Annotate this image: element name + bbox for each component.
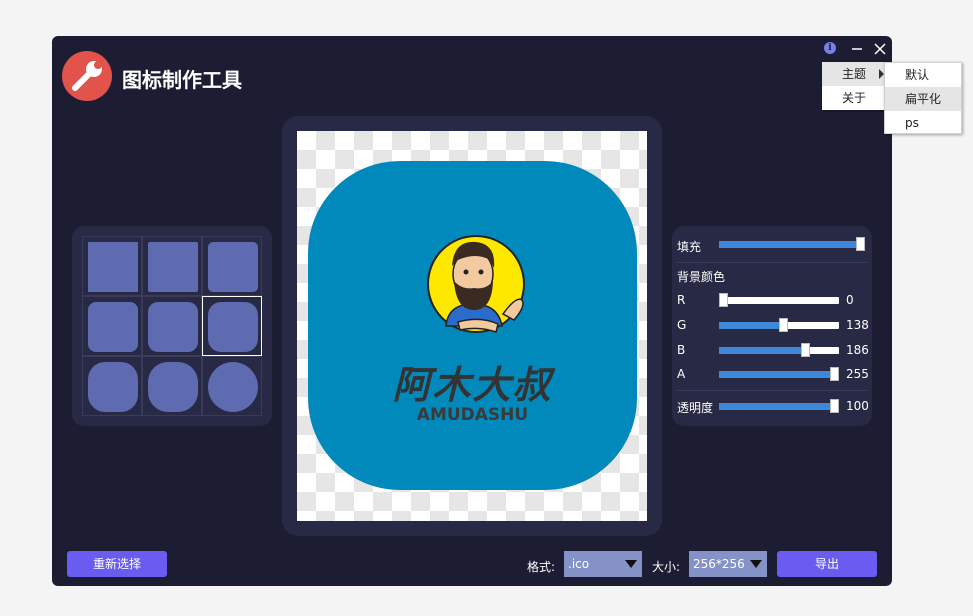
shape-option-rounded[interactable]	[142, 296, 202, 356]
size-select[interactable]: 256*256	[689, 551, 767, 577]
shape-option-rounded[interactable]	[82, 296, 142, 356]
b-label: B	[677, 343, 686, 357]
shape-option-rounded[interactable]	[142, 356, 202, 416]
a-value: 255	[846, 367, 869, 381]
g-label: G	[677, 318, 687, 332]
b-slider[interactable]	[719, 343, 839, 357]
r-value: 0	[846, 293, 854, 307]
reselect-button[interactable]: 重新选择	[67, 551, 167, 577]
app-window: 图标制作工具 i 阿木大叔 AMUDASHU 填充 背景颜色 R 0 G 138…	[52, 36, 892, 586]
size-label: 大小:	[652, 560, 681, 574]
submenu-item-label: ps	[905, 116, 919, 130]
transparent-canvas: 阿木大叔 AMUDASHU	[297, 131, 647, 521]
b-slider-thumb[interactable]	[801, 343, 810, 357]
shape-option-rounded[interactable]	[82, 356, 142, 416]
chevron-down-icon	[625, 560, 637, 568]
format-select-value: .ico	[568, 557, 590, 571]
close-icon[interactable]	[872, 41, 888, 57]
fill-label: 填充	[677, 240, 702, 254]
fill-slider[interactable]	[719, 237, 865, 251]
opacity-value: 100	[846, 399, 869, 413]
brand-name-chinese: 阿木大叔	[392, 363, 553, 407]
icon-preview: 阿木大叔 AMUDASHU	[308, 161, 637, 490]
opacity-slider-fill	[719, 403, 839, 410]
minimize-icon[interactable]	[849, 41, 865, 57]
submenu-item-label: 默认	[905, 68, 930, 82]
size-select-value: 256*256	[693, 557, 745, 571]
divider	[676, 262, 868, 263]
format-label: 格式:	[527, 560, 556, 574]
fill-slider-thumb[interactable]	[856, 237, 865, 251]
r-label: R	[677, 293, 686, 307]
a-slider-thumb[interactable]	[830, 367, 839, 381]
b-slider-fill	[719, 347, 806, 354]
shape-option-rounded-selected[interactable]	[202, 296, 262, 356]
export-button[interactable]: 导出	[777, 551, 877, 577]
theme-submenu: 默认 扁平化 ps	[884, 62, 962, 134]
chevron-down-icon	[750, 560, 762, 568]
menu-item-label: 主题	[842, 67, 867, 81]
shape-option-square[interactable]	[82, 236, 142, 296]
menu-item-theme[interactable]: 主题	[822, 62, 888, 86]
shape-option-square[interactable]	[202, 236, 262, 296]
info-icon[interactable]: i	[824, 42, 836, 54]
bg-color-label: 背景颜色	[677, 270, 726, 284]
settings-menu: 主题 关于	[822, 62, 888, 110]
r-slider-thumb[interactable]	[719, 293, 728, 307]
a-label: A	[677, 367, 686, 381]
shape-option-circle[interactable]	[202, 356, 262, 416]
opacity-label: 透明度	[677, 401, 714, 415]
a-slider-fill	[719, 371, 839, 378]
shape-selector-panel	[72, 226, 272, 426]
g-slider-fill	[719, 322, 784, 329]
brand-name-english: AMUDASHU	[416, 405, 529, 425]
fill-slider-fill	[719, 241, 864, 248]
shape-grid	[82, 236, 262, 416]
submenu-item-label: 扁平化	[905, 92, 942, 106]
preview-panel: 阿木大叔 AMUDASHU	[282, 116, 662, 536]
menu-item-label: 关于	[842, 91, 867, 105]
g-slider-thumb[interactable]	[779, 318, 788, 332]
g-value: 138	[846, 318, 869, 332]
wrench-logo-icon	[62, 51, 112, 101]
menu-item-about[interactable]: 关于	[822, 86, 888, 110]
adjustment-panel: 填充 背景颜色 R 0 G 138 B 186 A 255 透明度 100	[672, 226, 872, 426]
opacity-slider-thumb[interactable]	[830, 399, 839, 413]
a-slider[interactable]	[719, 367, 839, 381]
shape-option-square[interactable]	[142, 236, 202, 296]
opacity-slider[interactable]	[719, 399, 839, 413]
r-slider[interactable]	[719, 293, 839, 307]
submenu-item-flat[interactable]: 扁平化	[885, 87, 961, 111]
app-title: 图标制作工具	[122, 68, 242, 92]
mascot-image	[427, 235, 525, 333]
submenu-item-default[interactable]: 默认	[885, 63, 961, 87]
format-select[interactable]: .ico	[564, 551, 642, 577]
b-value: 186	[846, 343, 869, 357]
divider	[676, 390, 868, 391]
g-slider[interactable]	[719, 318, 839, 332]
submenu-item-ps[interactable]: ps	[885, 111, 961, 135]
